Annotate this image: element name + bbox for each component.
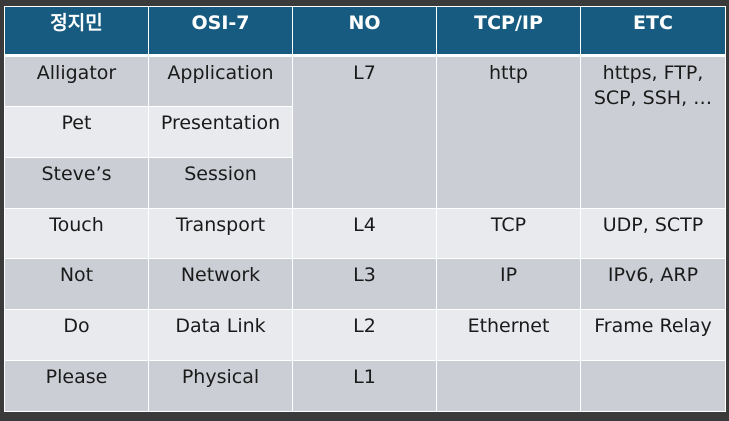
osi-layer-cell: Physical (148, 360, 293, 412)
tcpip-cell: Ethernet (436, 309, 581, 362)
layer-number-cell: L7 (292, 55, 437, 209)
layer-number-cell: L4 (292, 207, 437, 260)
etc-cell: https, FTP, SCP, SSH, … (580, 55, 726, 209)
tcpip-cell: TCP (436, 207, 581, 260)
mnemonic-cell: Do (4, 309, 149, 362)
header-osi7: OSI-7 (148, 6, 293, 57)
osi-layer-cell: Presentation (148, 105, 293, 158)
etc-cell (580, 360, 726, 412)
osi-mnemonic-table: 정지민 OSI-7 NO TCP/IP ETC Alligator Applic… (4, 6, 726, 412)
mnemonic-cell: Touch (4, 207, 149, 260)
header-no: NO (292, 6, 437, 57)
mnemonic-cell: Pet (4, 105, 149, 158)
tcpip-cell: http (436, 55, 581, 209)
table-row: Do Data Link L2 Ethernet Frame Relay (4, 309, 726, 362)
etc-cell: IPv6, ARP (580, 258, 726, 311)
header-name: 정지민 (4, 6, 149, 57)
mnemonic-cell: Alligator (4, 55, 149, 107)
osi-layer-cell: Transport (148, 207, 293, 260)
layer-number-cell: L1 (292, 360, 437, 412)
layer-number-cell: L3 (292, 258, 437, 311)
header-tcpip: TCP/IP (436, 6, 581, 57)
osi-layer-cell: Application (148, 55, 293, 107)
osi-layer-cell: Network (148, 258, 293, 311)
slide-frame: 정지민 OSI-7 NO TCP/IP ETC Alligator Applic… (0, 0, 729, 421)
mnemonic-cell: Not (4, 258, 149, 311)
etc-cell: UDP, SCTP (580, 207, 726, 260)
table-row: Please Physical L1 (4, 360, 726, 412)
table-row: Alligator Application L7 http https, FTP… (4, 55, 726, 209)
osi-layer-cell: Session (148, 156, 293, 209)
header-etc: ETC (580, 6, 726, 57)
osi-layer-cell: Data Link (148, 309, 293, 362)
mnemonic-cell: Steve’s (4, 156, 149, 209)
mnemonic-cell: Please (4, 360, 149, 412)
table-row: Not Network L3 IP IPv6, ARP (4, 258, 726, 311)
header-row: 정지민 OSI-7 NO TCP/IP ETC (4, 6, 726, 57)
tcpip-cell (436, 360, 581, 412)
tcpip-cell: IP (436, 258, 581, 311)
etc-cell: Frame Relay (580, 309, 726, 362)
table-row: Touch Transport L4 TCP UDP, SCTP (4, 207, 726, 260)
layer-number-cell: L2 (292, 309, 437, 362)
